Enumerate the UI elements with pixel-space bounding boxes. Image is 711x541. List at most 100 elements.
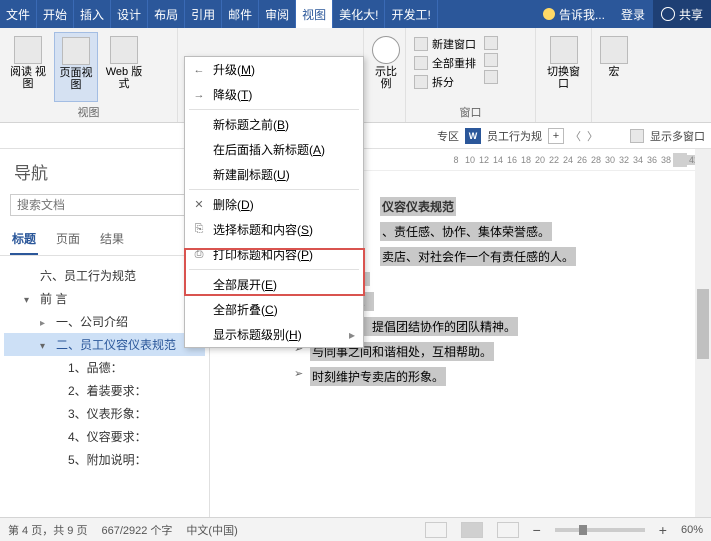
next-button[interactable]: 〉	[587, 128, 598, 144]
doc-bullet: 时刻维护专卖店的形象。	[310, 367, 446, 386]
view-print-button[interactable]	[461, 522, 483, 538]
search-input[interactable]	[10, 194, 199, 216]
vertical-scrollbar[interactable]	[695, 149, 711, 517]
reading-view-button[interactable]: 阅读 视图	[6, 32, 50, 102]
status-words[interactable]: 667/2922 个字	[101, 522, 172, 538]
tree-node-selected[interactable]: 二、员工仪容仪表规范	[4, 333, 205, 356]
nav-tab-results[interactable]: 结果	[98, 224, 126, 255]
macro-label: 宏	[609, 66, 620, 78]
window-misc-3[interactable]	[484, 70, 498, 84]
menu-demote-label: 降级	[213, 86, 237, 103]
context-menu: ←升级(M) →降级(T) 新标题之前(B) 在后面插入新标题(A) 新建副标题…	[184, 56, 364, 348]
tell-me-label: 告诉我...	[559, 6, 605, 23]
tree-node[interactable]: 5、附加说明：	[4, 448, 205, 471]
web-view-button[interactable]: Web 版式	[102, 32, 146, 102]
nav-title: 导航	[14, 159, 48, 184]
misc-icon	[484, 70, 498, 84]
split-button[interactable]: 拆分	[414, 74, 476, 90]
tab-design[interactable]: 设计	[111, 0, 148, 28]
menu-select-content[interactable]: ⎘选择标题和内容(S)	[185, 217, 363, 242]
menu-collapse-all[interactable]: 全部折叠(C)	[185, 297, 363, 322]
switch-window-button[interactable]: 切换窗口	[542, 32, 585, 118]
reading-view-label: 阅读 视图	[8, 66, 48, 90]
menu-new-sub[interactable]: 新建副标题(U)	[185, 162, 363, 187]
tree-node[interactable]: 一、公司介绍	[4, 310, 205, 333]
tree-node[interactable]: 2、着装要求：	[4, 379, 205, 402]
tab-references[interactable]: 引用	[185, 0, 222, 28]
arrange-all-button[interactable]: 全部重排	[414, 55, 476, 71]
submenu-arrow-icon: ▸	[349, 328, 355, 342]
tab-mailings[interactable]: 邮件	[222, 0, 259, 28]
window-misc-2[interactable]	[484, 53, 498, 67]
show-multi-window[interactable]: 显示多窗口	[650, 128, 705, 144]
ruler-tick: 20	[533, 155, 547, 165]
zoom-in-button[interactable]: +	[659, 522, 667, 538]
menu-demote[interactable]: →降级(T)	[185, 82, 363, 107]
tree-label: 5、附加说明：	[68, 453, 147, 467]
tell-me[interactable]: 告诉我...	[535, 0, 613, 28]
window-misc-1[interactable]	[484, 36, 498, 50]
breadcrumb-doc[interactable]: 员工行为规	[487, 128, 542, 144]
right-arrow-icon: →	[191, 87, 207, 103]
menu-expand-all[interactable]: 全部展开(E)	[185, 272, 363, 297]
breadcrumb-section: 专区	[437, 128, 459, 144]
new-window-icon	[414, 37, 428, 51]
tab-home[interactable]: 开始	[37, 0, 74, 28]
page-view-label: 页面视图	[57, 67, 95, 91]
web-view-icon	[110, 36, 138, 64]
zoom-slider[interactable]	[555, 528, 645, 532]
login-button[interactable]: 登录	[613, 0, 653, 28]
tree-node[interactable]: 1、品德：	[4, 356, 205, 379]
menu-show-levels[interactable]: 显示标题级别(H)▸	[185, 322, 363, 347]
ruler-tick: 38	[659, 155, 673, 165]
nav-tab-pages[interactable]: 页面	[54, 224, 82, 255]
avatar-icon	[661, 7, 675, 21]
nav-tab-headings[interactable]: 标题	[10, 224, 38, 255]
prev-button[interactable]: 〈	[570, 128, 581, 144]
tab-layout[interactable]: 布局	[148, 0, 185, 28]
menu-new-after[interactable]: 在后面插入新标题(A)	[185, 137, 363, 162]
doc-fragment: 卖店、对社会作一个有责任感的人。	[380, 247, 576, 266]
tree-node[interactable]: 3、仪表形象：	[4, 402, 205, 425]
view-web-button[interactable]	[497, 522, 519, 538]
tab-insert[interactable]: 插入	[74, 0, 111, 28]
arrange-all-label: 全部重排	[432, 55, 476, 71]
new-window-label: 新建窗口	[432, 36, 476, 52]
tree-node[interactable]: 六、员工行为规范	[4, 264, 205, 287]
zoom-button[interactable]: 示比例	[370, 32, 402, 118]
multi-window-icon	[630, 129, 644, 143]
status-page[interactable]: 第 4 页，共 9 页	[8, 522, 87, 538]
misc-icon	[484, 53, 498, 67]
zoom-value[interactable]: 60%	[681, 524, 703, 536]
page-view-button[interactable]: 页面视图	[54, 32, 98, 102]
tree-node[interactable]: 前 言	[4, 287, 205, 310]
tab-file[interactable]: 文件	[0, 0, 37, 28]
caret-right-icon[interactable]	[40, 315, 48, 323]
menu-print-content[interactable]: ⎙打印标题和内容(P)	[185, 242, 363, 267]
share-button[interactable]: 共享	[653, 0, 711, 28]
caret-down-icon[interactable]	[40, 338, 48, 346]
new-window-button[interactable]: 新建窗口	[414, 36, 476, 52]
menu-promote[interactable]: ←升级(M)	[185, 57, 363, 82]
scrollbar-thumb[interactable]	[697, 289, 709, 359]
slider-knob[interactable]	[579, 525, 587, 535]
caret-down-icon[interactable]	[24, 292, 32, 300]
menu-new-before[interactable]: 新标题之前(B)	[185, 112, 363, 137]
add-tab-button[interactable]: +	[548, 128, 564, 144]
tree-node[interactable]: 4、仪容要求：	[4, 425, 205, 448]
zoom-out-button[interactable]: −	[533, 522, 541, 538]
menu-separator	[189, 189, 359, 190]
tab-review[interactable]: 审阅	[259, 0, 296, 28]
menu-label: 打印标题和内容	[213, 246, 297, 263]
tab-view[interactable]: 视图	[296, 0, 333, 28]
ruler-tick	[673, 153, 687, 167]
view-read-button[interactable]	[425, 522, 447, 538]
menu-delete[interactable]: ✕删除(D)	[185, 192, 363, 217]
menu-label: 选择标题和内容	[213, 221, 297, 238]
tab-developer[interactable]: 开发工!	[385, 0, 437, 28]
title-bar: 文件 开始 插入 设计 布局 引用 邮件 审阅 视图 美化大! 开发工! 告诉我…	[0, 0, 711, 28]
reading-view-icon	[14, 36, 42, 64]
macro-button[interactable]: 宏	[598, 32, 630, 118]
status-language[interactable]: 中文(中国)	[186, 522, 237, 538]
tab-beautify[interactable]: 美化大!	[333, 0, 385, 28]
